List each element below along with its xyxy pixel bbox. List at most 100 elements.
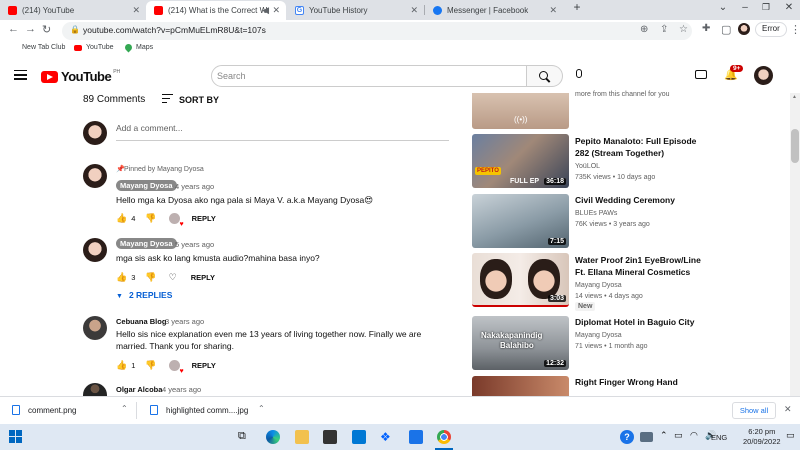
- show-hidden-icons-chevron[interactable]: ⌃: [660, 430, 674, 444]
- add-comment-input[interactable]: Add a comment...: [116, 123, 183, 133]
- dropbox-icon[interactable]: ❖: [380, 430, 394, 444]
- video-title[interactable]: 282 (Stream Together): [575, 147, 664, 159]
- tab-messenger[interactable]: Messenger | Facebook ✕: [425, 1, 563, 20]
- task-view-icon[interactable]: ⧉: [238, 430, 252, 444]
- page-scrollbar[interactable]: ▲: [790, 93, 800, 396]
- youtube-logo[interactable]: YouTube PH: [41, 69, 120, 84]
- battery-icon[interactable]: ▭: [674, 430, 688, 444]
- tab-audio-icon[interactable]: ◀: [262, 5, 269, 16]
- dislike-icon[interactable]: 👎: [145, 213, 156, 224]
- close-tab-icon[interactable]: ✕: [549, 5, 557, 16]
- bookmark-youtube[interactable]: YouTube: [74, 44, 114, 51]
- mail-icon[interactable]: [352, 430, 366, 444]
- creator-heart-icon[interactable]: [168, 213, 184, 228]
- video-thumbnail[interactable]: PEPITO FULL EP 36:18: [472, 134, 569, 188]
- back-arrow-icon[interactable]: ←: [8, 23, 19, 35]
- bookmark-maps[interactable]: Maps: [123, 42, 153, 53]
- scroll-up-arrow-icon[interactable]: ▲: [792, 94, 797, 100]
- video-thumbnail[interactable]: 7:15: [472, 194, 569, 248]
- tab-youtube-history[interactable]: G YouTube History ✕: [287, 1, 424, 20]
- new-tab-button[interactable]: +: [567, 0, 587, 14]
- tab-current-video[interactable]: (214) What is the Correct W ◀ ✕: [146, 1, 286, 20]
- docs-icon[interactable]: [409, 430, 423, 444]
- address-bar[interactable]: 🔒 youtube.com/watch?v=pCmMuELmR8U&t=107s…: [62, 22, 692, 40]
- close-download-bar-icon[interactable]: ✕: [784, 404, 792, 415]
- windows-start-icon[interactable]: [9, 430, 22, 443]
- video-thumbnail[interactable]: Nakakapanindig Balahibo 12:32: [472, 316, 569, 370]
- video-channel[interactable]: YoüLOL: [575, 161, 600, 172]
- video-channel[interactable]: Mayang Dyosa: [575, 280, 622, 291]
- video-thumbnail[interactable]: [472, 376, 569, 396]
- comment-author-avatar[interactable]: [83, 316, 107, 340]
- video-title[interactable]: Water Proof 2in1 EyeBrow/Line: [575, 254, 701, 266]
- video-title[interactable]: Civil Wedding Ceremony: [575, 194, 675, 206]
- video-title[interactable]: Right Finger Wrong Hand: [575, 376, 678, 388]
- reply-button[interactable]: REPLY: [191, 273, 215, 282]
- photo-app-icon[interactable]: [640, 432, 653, 442]
- comment-timestamp[interactable]: 3 years ago: [165, 317, 204, 326]
- tab-search-chevron-icon[interactable]: ⌄: [713, 2, 733, 13]
- store-icon[interactable]: [323, 430, 337, 444]
- comment-author-chip[interactable]: Mayang Dyosa: [116, 238, 177, 249]
- close-tab-icon[interactable]: ✕: [272, 5, 280, 16]
- video-thumbnail[interactable]: ((•)): [472, 93, 569, 129]
- video-channel[interactable]: Mayang Dyosa: [575, 330, 622, 341]
- video-thumbnail[interactable]: 3:03: [472, 253, 569, 307]
- forward-arrow-icon[interactable]: →: [25, 23, 36, 35]
- profile-error-button[interactable]: Error: [755, 22, 787, 37]
- close-window-button[interactable]: ✕: [779, 2, 799, 13]
- chevron-up-icon[interactable]: ⌃: [121, 404, 128, 413]
- like-icon[interactable]: 👍: [116, 213, 127, 224]
- search-button[interactable]: [527, 65, 563, 87]
- search-input[interactable]: Search: [211, 65, 527, 87]
- comment-timestamp[interactable]: 4 years ago: [162, 385, 201, 394]
- dislike-icon[interactable]: 👎: [145, 272, 156, 283]
- language-indicator[interactable]: ENG: [711, 433, 727, 442]
- comment-author-name[interactable]: Olgar Alcoba: [116, 385, 162, 394]
- view-replies-button[interactable]: ▼ 2 REPLIES: [116, 290, 172, 300]
- extensions-puzzle-icon[interactable]: ✚: [702, 23, 710, 34]
- reload-icon[interactable]: ↻: [42, 23, 51, 36]
- help-icon[interactable]: ?: [620, 430, 634, 444]
- create-video-icon[interactable]: [695, 70, 707, 79]
- reply-button[interactable]: REPLY: [192, 214, 216, 223]
- profile-avatar[interactable]: [738, 23, 750, 35]
- chevron-up-icon[interactable]: ⌃: [258, 404, 265, 413]
- comment-author-avatar[interactable]: [83, 238, 107, 262]
- sort-by-button[interactable]: SORT BY: [162, 94, 219, 105]
- scrollbar-thumb[interactable]: [791, 129, 799, 163]
- wifi-icon[interactable]: ◠: [690, 430, 704, 444]
- show-all-downloads-button[interactable]: Show all: [732, 402, 776, 419]
- video-title[interactable]: Diplomat Hotel in Baguio City: [575, 316, 694, 328]
- comment-author-avatar[interactable]: [83, 383, 107, 396]
- microphone-icon[interactable]: [576, 69, 582, 78]
- edge-browser-icon[interactable]: [266, 430, 280, 444]
- chrome-icon[interactable]: [437, 430, 451, 444]
- like-icon[interactable]: 👍: [116, 360, 127, 371]
- comment-timestamp[interactable]: 4 years ago: [175, 182, 214, 191]
- file-explorer-icon[interactable]: [295, 430, 309, 444]
- menu-hamburger-icon[interactable]: [14, 70, 27, 80]
- video-channel[interactable]: BLUEs PAWs: [575, 208, 617, 219]
- bookmark-star-icon[interactable]: ☆: [679, 24, 688, 35]
- comment-timestamp[interactable]: 5 years ago: [175, 240, 214, 249]
- system-clock[interactable]: 6:20 pm 20/09/2022: [743, 427, 781, 447]
- download-item[interactable]: highlighted comm....jpg: [150, 405, 248, 415]
- notifications-center-icon[interactable]: ▭: [786, 430, 800, 444]
- bookmark-new-tab-club[interactable]: New Tab Club: [22, 44, 65, 51]
- comment-author-chip[interactable]: Mayang Dyosa: [116, 180, 177, 191]
- close-tab-icon[interactable]: ✕: [132, 5, 140, 16]
- minimize-button[interactable]: –: [735, 2, 755, 13]
- download-item[interactable]: comment.png: [12, 405, 76, 415]
- reply-button[interactable]: REPLY: [192, 361, 216, 370]
- comment-author-avatar[interactable]: [83, 164, 107, 188]
- lock-icon[interactable]: 🔒: [70, 25, 80, 34]
- creator-heart-icon[interactable]: [168, 360, 184, 375]
- browser-menu-icon[interactable]: ⋮: [790, 23, 800, 36]
- close-tab-icon[interactable]: ✕: [410, 5, 418, 16]
- tab-youtube-home[interactable]: (214) YouTube ✕: [0, 1, 146, 20]
- user-avatar[interactable]: [754, 66, 773, 85]
- video-title[interactable]: Pepito Manaloto: Full Episode: [575, 135, 696, 147]
- side-panel-icon[interactable]: ▢: [721, 23, 731, 36]
- like-icon[interactable]: 👍: [116, 272, 127, 283]
